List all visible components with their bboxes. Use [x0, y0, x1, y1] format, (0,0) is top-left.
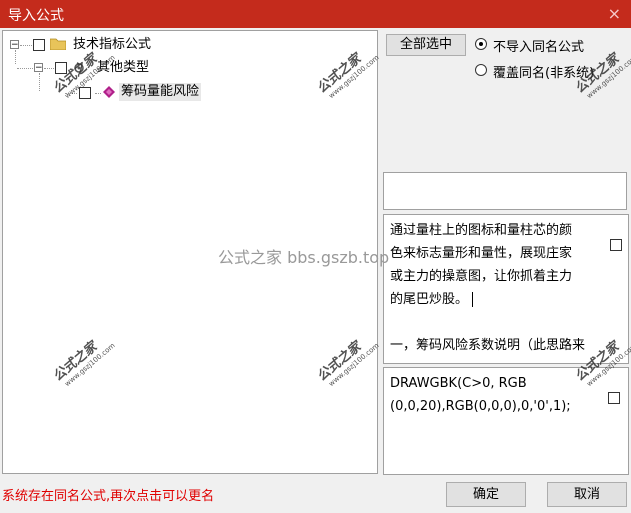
window-title: 导入公式	[8, 8, 64, 24]
description-panel[interactable]: 通过量柱上的图标和量柱芯的颜 色来标志量形和量性，展现庄家 或主力的操意图，让你…	[383, 214, 629, 364]
folder-icon	[50, 38, 66, 50]
code-text: DRAWGBK(C>0, RGB (0,0,20),RGB(0,0,0),0,'…	[390, 372, 602, 418]
collapse-icon[interactable]: −	[10, 40, 19, 50]
description-line: 或主力的操意图，让你抓着主力	[390, 269, 573, 284]
close-icon[interactable]: ×	[608, 4, 621, 23]
radio-skip-duplicates-label: 不导入同名公式	[493, 40, 585, 55]
tree-node-root[interactable]: − 技术指标公式	[3, 36, 303, 54]
radio-overwrite[interactable]	[475, 64, 487, 76]
tree-line	[44, 68, 54, 69]
tree-line	[17, 68, 33, 69]
code-line: (0,0,20),RGB(0,0,0),0,'0',1);	[390, 399, 571, 414]
formula-icon	[103, 86, 115, 98]
description-checkbox[interactable]	[610, 239, 622, 251]
cancel-button[interactable]: 取消	[547, 482, 627, 507]
description-text: 通过量柱上的图标和量柱芯的颜 色来标志量形和量性，展现庄家 或主力的操意图，让你…	[390, 219, 602, 357]
ok-button[interactable]: 确定	[446, 482, 526, 507]
tree-line	[20, 45, 32, 46]
description-line	[390, 311, 602, 334]
description-line: 通过量柱上的图标和量柱芯的颜	[390, 223, 573, 238]
code-line: DRAWGBK(C>0, RGB	[390, 376, 527, 391]
checkbox-root[interactable]	[33, 39, 45, 51]
tree-label-leaf: 筹码量能风险	[119, 83, 202, 101]
title-bar: 导入公式 ×	[0, 0, 631, 28]
tree-line	[95, 93, 101, 94]
tree-node-category[interactable]: − 其他类型	[3, 59, 303, 77]
description-line: 的尾巴炒股。	[390, 288, 602, 311]
select-all-button[interactable]: 全部选中	[386, 34, 466, 56]
tree-node-leaf[interactable]: 筹码量能风险	[3, 83, 303, 101]
description-line: 色来标志量形和量性，展现庄家	[390, 246, 573, 261]
center-watermark: 公式之家 bbs.gszb.top	[218, 248, 390, 267]
radio-skip-duplicates[interactable]	[475, 38, 487, 50]
collapse-icon[interactable]: −	[34, 63, 43, 73]
code-checkbox[interactable]	[608, 392, 620, 404]
status-message: 系统存在同名公式,再次点击可以更名	[2, 489, 215, 504]
description-line: 一，筹码风险系数说明（此思路来	[390, 338, 586, 353]
name-field[interactable]	[383, 172, 627, 210]
